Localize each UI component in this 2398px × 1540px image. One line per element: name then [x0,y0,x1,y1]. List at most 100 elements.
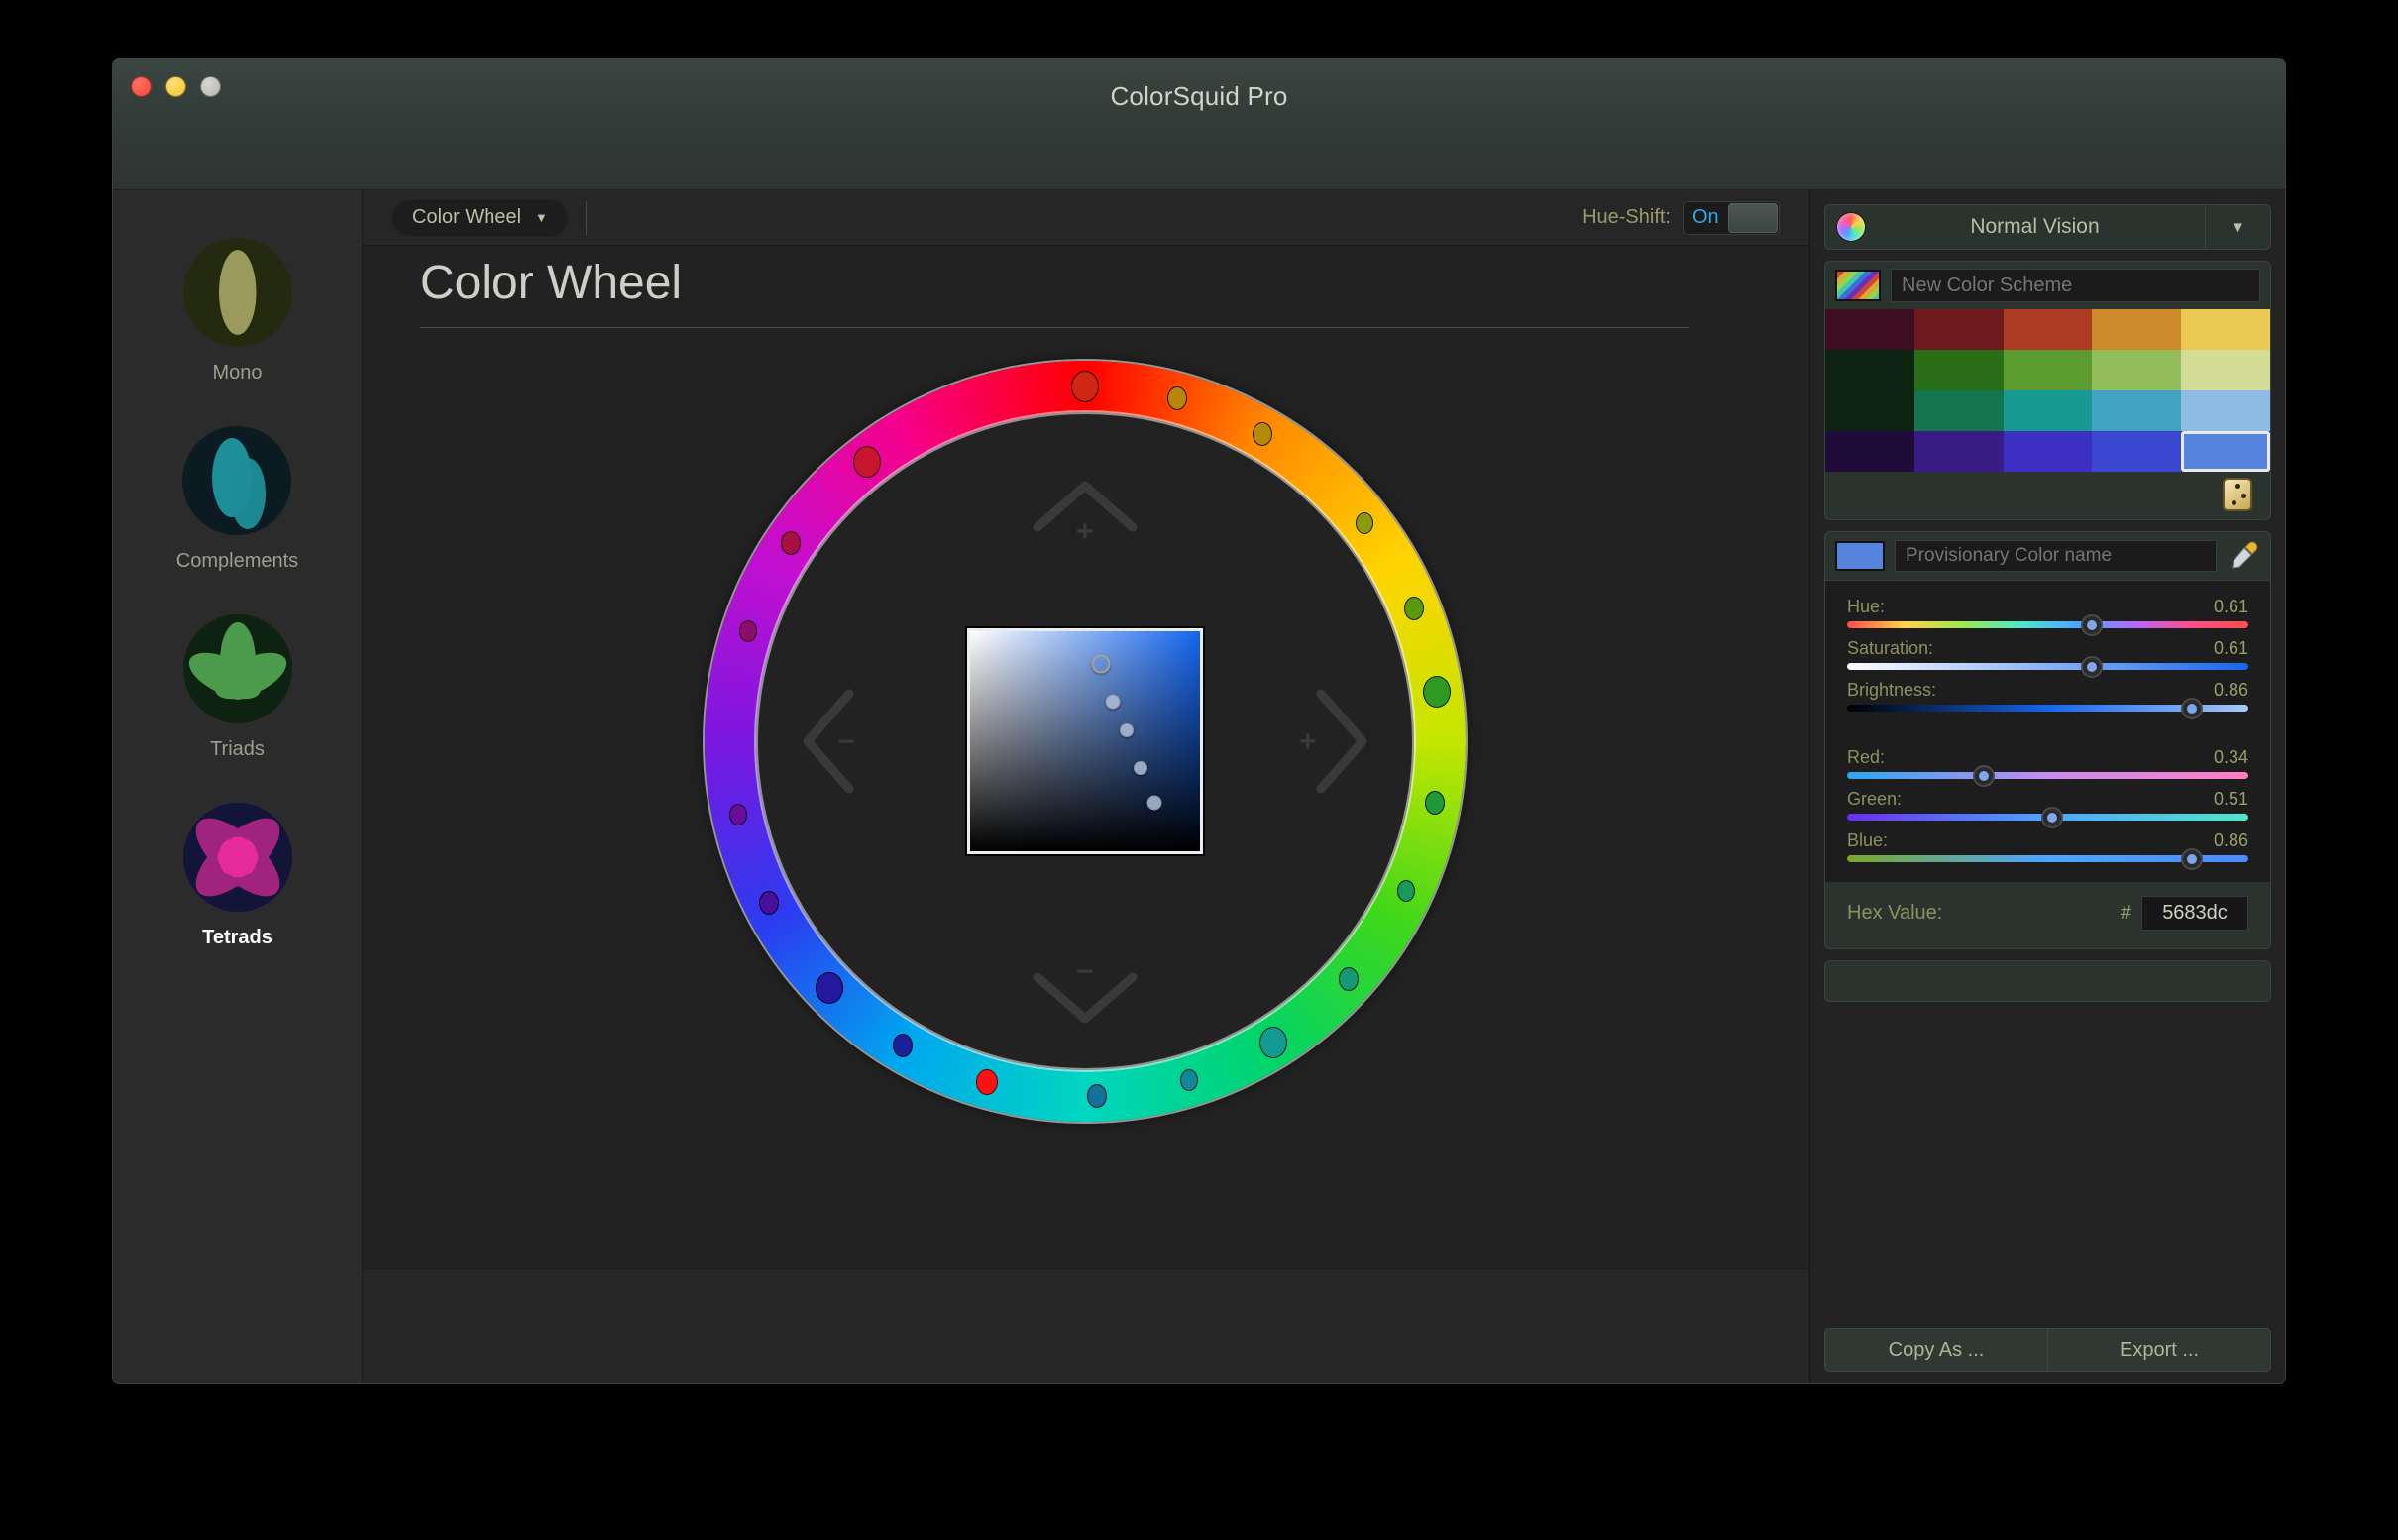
slider-track[interactable] [1847,655,2248,678]
vision-mode-select[interactable]: Normal Vision ▼ [1824,204,2271,250]
swatch-selected[interactable] [2181,431,2270,472]
sidebar-item-tetrads[interactable]: Tetrads [182,803,292,949]
slider-track[interactable] [1847,847,2248,870]
slider-value: 0.34 [2213,747,2248,767]
hue-marker[interactable] [852,445,881,478]
mode-select-dropdown[interactable]: Color Wheel ▼ [392,199,568,236]
swatch[interactable] [1825,350,1914,390]
hue-marker[interactable] [1424,791,1445,816]
slider-value: 0.86 [2213,830,2248,850]
swatch[interactable] [2092,350,2182,390]
swatch[interactable] [1913,431,2004,472]
hue-marker[interactable] [759,890,780,915]
saturation-brightness-square[interactable] [967,628,1203,854]
color-name-input[interactable] [1895,540,2217,572]
provisional-color-header [1825,532,2270,580]
hue-marker[interactable] [1166,386,1187,411]
chevron-down-icon[interactable]: ▼ [2205,205,2270,249]
hue-marker[interactable] [1403,596,1424,620]
swatch[interactable] [2092,309,2182,350]
sidebar: Mono Complements Triads Tetrads [113,190,363,1383]
hue-marker[interactable] [1397,880,1416,903]
sv-handle[interactable] [1091,654,1111,674]
swatch[interactable] [2003,431,2093,472]
slider-knob[interactable] [1972,764,1995,787]
swatch[interactable] [1825,431,1914,472]
toggle-knob[interactable] [1728,202,1778,233]
sv-handle[interactable] [1133,760,1147,775]
mode-select-label: Color Wheel [412,206,522,228]
hue-marker-selected[interactable] [976,1069,999,1096]
swatch[interactable] [2003,390,2093,431]
swatch[interactable] [1825,309,1914,350]
swatch[interactable] [2181,309,2270,350]
swatch[interactable] [2181,390,2270,431]
copy-as-button[interactable]: Copy As ... [1824,1328,2047,1372]
complements-leaf-icon [182,426,292,535]
nav-left-button[interactable]: − [800,688,855,795]
slider-value: 0.61 [2213,638,2248,658]
swatch[interactable] [2092,431,2182,472]
hue-marker[interactable] [738,620,757,643]
slider-label: Brightness: [1847,680,1937,700]
slider-blue: Blue: 0.86 [1847,830,2248,870]
dice-icon[interactable] [2223,478,2252,511]
sidebar-item-mono[interactable]: Mono [182,238,292,385]
sv-handle[interactable] [1119,722,1134,737]
swatch[interactable] [2003,309,2093,350]
hue-marker[interactable] [781,530,802,555]
scheme-name-input[interactable] [1891,269,2260,302]
hue-marker[interactable] [1179,1069,1198,1092]
eyedropper-icon[interactable] [2227,539,2260,573]
hue-shift-toggle[interactable]: On [1683,200,1780,235]
slider-value: 0.86 [2213,680,2248,700]
current-color-swatch[interactable] [1835,541,1885,571]
color-scheme-card [1824,261,2271,520]
slider-track[interactable] [1847,613,2248,636]
nav-up-button[interactable]: + [1032,478,1139,548]
nav-down-button[interactable]: − [1032,955,1139,1027]
swatch[interactable] [1913,350,2004,390]
slider-track[interactable] [1847,697,2248,719]
swatch[interactable] [1913,390,2004,431]
hex-value-field[interactable]: 5683dc [2141,896,2248,931]
hue-marker[interactable] [1339,966,1360,991]
slider-track[interactable] [1847,764,2248,787]
slider-knob[interactable] [2181,847,2204,870]
window-titlebar: ColorSquid Pro [113,59,2285,190]
hue-marker[interactable] [816,971,844,1004]
swatch[interactable] [1913,309,2004,350]
right-panel: Normal Vision ▼ New Color Scheme Provisi… [1809,190,2285,1383]
hue-marker[interactable] [1071,371,1099,402]
rainbow-stripes-icon [1835,270,1881,301]
hue-marker[interactable] [1253,421,1272,446]
export-button[interactable]: Export ... [2047,1328,2271,1372]
sv-handle[interactable] [1146,795,1162,811]
hue-marker[interactable] [728,804,747,826]
hue-marker[interactable] [892,1033,913,1057]
slider-knob[interactable] [2181,697,2204,719]
hex-hash-symbol: # [2120,902,2131,924]
slider-label: Blue: [1847,830,1889,850]
swatch[interactable] [1825,390,1914,431]
slider-knob[interactable] [2081,613,2104,636]
hue-marker[interactable] [1422,676,1451,709]
sidebar-item-complements[interactable]: Complements [176,426,298,573]
sv-handle[interactable] [1105,694,1121,710]
swatch[interactable] [2181,350,2270,390]
center-content: Color Wheel + − − + [363,246,1809,1268]
sidebar-item-triads[interactable]: Triads [182,614,292,761]
slider-label: Saturation: [1847,638,1934,658]
nav-right-button[interactable]: + [1299,688,1370,795]
hue-marker[interactable] [1356,511,1374,534]
slider-knob[interactable] [2081,655,2104,678]
hue-marker[interactable] [1258,1026,1287,1058]
slider-track[interactable] [1847,806,2248,828]
slider-knob[interactable] [2040,806,2063,828]
slider-saturation: Saturation: 0.61 [1847,638,2248,678]
provisional-color-card: Hue: 0.61 Saturation: 0.61 Brightness: 0.86 Re… [1824,531,2271,949]
swatch[interactable] [2092,390,2182,431]
hue-marker[interactable] [1087,1083,1108,1108]
swatch[interactable] [2003,350,2093,390]
slider-hue: Hue: 0.61 [1847,597,2248,636]
